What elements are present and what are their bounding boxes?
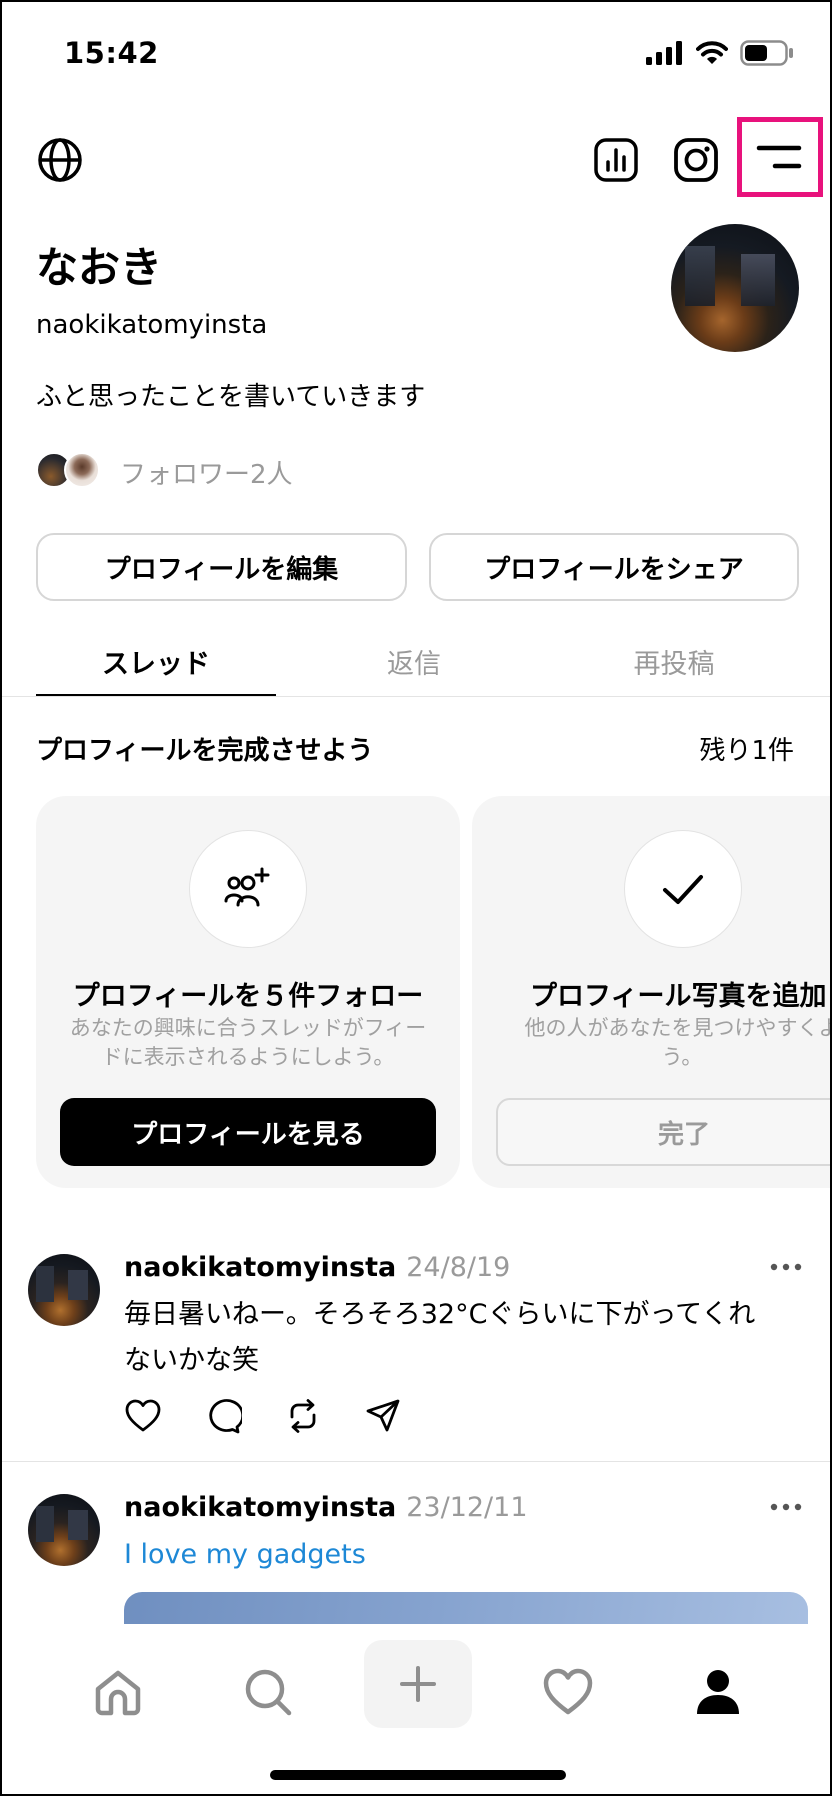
- post-text-line: ないかな笑: [124, 1345, 259, 1376]
- post-header: naokikatomyinsta 24/8/19: [124, 1252, 510, 1283]
- profile-completion-title: プロフィールを完成させよう: [36, 736, 374, 766]
- share-send-icon[interactable]: [364, 1397, 402, 1435]
- post-username[interactable]: naokikatomyinsta: [124, 1252, 396, 1283]
- post-date: 23/12/11: [406, 1492, 528, 1523]
- profile-username: naokikatomyinsta: [36, 310, 268, 340]
- like-heart-icon[interactable]: [124, 1397, 162, 1435]
- status-time: 15:42: [64, 36, 159, 70]
- post-divider: [2, 1461, 830, 1462]
- follower-avatars[interactable]: [36, 452, 100, 488]
- search-icon: [245, 1669, 292, 1716]
- profile-avatar[interactable]: [671, 224, 799, 352]
- post-username[interactable]: naokikatomyinsta: [124, 1492, 396, 1523]
- view-profiles-button[interactable]: プロフィールを見る: [60, 1098, 436, 1166]
- more-options-icon[interactable]: [768, 1261, 804, 1273]
- cellular-signal-icon: [646, 41, 682, 65]
- more-options-icon[interactable]: [768, 1501, 804, 1513]
- edit-profile-button[interactable]: プロフィールを編集: [36, 533, 407, 601]
- profile-person-icon: [697, 1670, 739, 1714]
- tab-threads[interactable]: スレッド: [36, 642, 276, 681]
- post-body: 毎日暑いねー。そろそろ32°Cぐらいに下がってくれ ないかな笑: [124, 1292, 804, 1384]
- post-avatar[interactable]: [28, 1494, 100, 1566]
- menu-icon[interactable]: [751, 139, 807, 175]
- app-screen: 15:42 なおき naokikatomyinsta ふと思ったことを書いていき…: [0, 0, 832, 1796]
- nav-search[interactable]: [238, 1662, 298, 1722]
- repost-icon[interactable]: [284, 1397, 322, 1435]
- post-link-text[interactable]: I love my gadgets: [124, 1532, 804, 1578]
- nav-profile[interactable]: [688, 1662, 748, 1722]
- nav-home[interactable]: [88, 1662, 148, 1722]
- profile-bio: ふと思ったことを書いていきます: [36, 382, 426, 412]
- tab-replies[interactable]: 返信: [302, 642, 526, 681]
- tab-divider: [2, 696, 830, 697]
- tab-reposts[interactable]: 再投稿: [562, 642, 786, 681]
- heart-icon: [543, 1668, 593, 1715]
- post-avatar[interactable]: [28, 1254, 100, 1326]
- nav-create[interactable]: [364, 1640, 472, 1728]
- share-profile-button[interactable]: プロフィールをシェア: [429, 533, 799, 601]
- card-description: あなたの興味に合うスレッドがフィードに表示されるようにしよう。: [69, 1016, 427, 1069]
- card-title: プロフィール写真を追加: [530, 981, 827, 1012]
- post-header: naokikatomyinsta 23/12/11: [124, 1492, 528, 1523]
- card-title: プロフィールを５件フォロー: [72, 981, 424, 1012]
- add-people-icon: [224, 867, 270, 907]
- followers-count[interactable]: フォロワー2人: [120, 454, 293, 491]
- card-icon-circle: [189, 830, 307, 948]
- wifi-icon: [696, 41, 728, 64]
- instagram-icon[interactable]: [672, 136, 720, 184]
- completion-card-photo: プロフィール写真を追加 他の人があなたを見つけやすくよう。 完了: [472, 796, 832, 1188]
- post-text-line: 毎日暑いねー。そろそろ32°Cぐらいに下がってくれ: [124, 1299, 756, 1330]
- profile-display-name: なおき: [36, 243, 163, 292]
- checkmark-icon: [663, 875, 703, 904]
- nav-activity[interactable]: [538, 1662, 598, 1722]
- follower-avatar: [64, 452, 100, 488]
- profile-completion-remaining: 残り1件: [699, 736, 794, 766]
- card-icon-circle: [624, 830, 742, 948]
- globe-icon[interactable]: [36, 136, 84, 184]
- post-date: 24/8/19: [406, 1252, 511, 1283]
- completion-card-follow: プロフィールを５件フォロー あなたの興味に合うスレッドがフィードに表示されるよう…: [36, 796, 460, 1188]
- post-actions: [124, 1397, 402, 1435]
- done-button[interactable]: 完了: [496, 1098, 830, 1166]
- home-icon: [95, 1670, 141, 1716]
- battery-icon: [740, 40, 793, 66]
- insights-chart-icon[interactable]: [592, 136, 640, 184]
- status-icons: [646, 40, 794, 66]
- card-description: 他の人があなたを見つけやすくよう。: [524, 1016, 832, 1069]
- comment-icon[interactable]: [204, 1397, 245, 1435]
- home-indicator: [270, 1770, 566, 1780]
- plus-icon: [400, 1666, 436, 1702]
